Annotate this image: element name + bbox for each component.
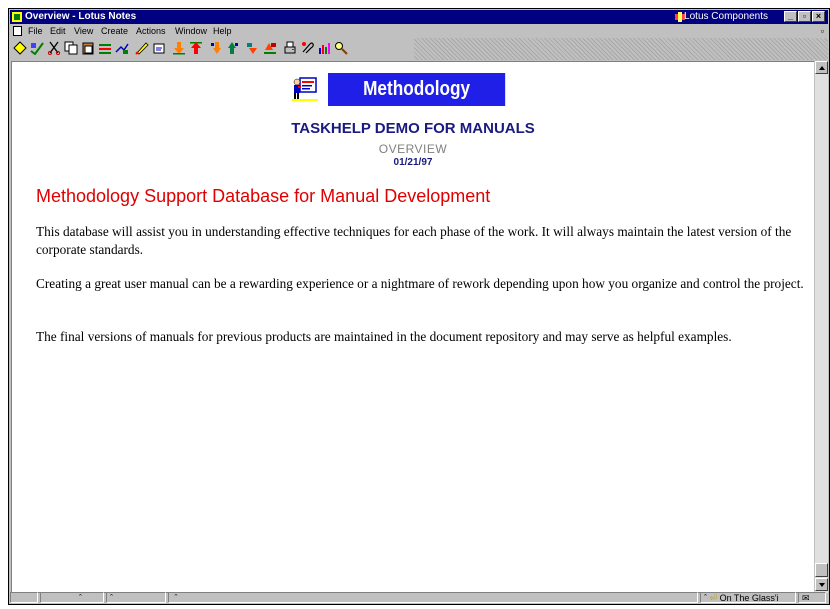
menu-file[interactable]: File <box>28 25 43 37</box>
previous-unread-icon[interactable] <box>262 40 278 56</box>
lotus-notes-app-icon[interactable] <box>12 12 22 22</box>
smarticons-toolbar <box>10 38 828 60</box>
restore-doc-icon[interactable]: ▫ <box>821 25 824 37</box>
menu-bar: File Edit View Create Actions Window Hel… <box>10 25 828 37</box>
print-icon[interactable] <box>282 40 298 56</box>
section-heading: Methodology Support Database for Manual … <box>36 186 491 206</box>
menu-actions[interactable]: Actions <box>136 25 166 37</box>
paragraph-2: Creating a great user manual can be a re… <box>36 276 804 291</box>
key-icon: ⏎ <box>709 593 718 603</box>
paste-icon[interactable] <box>80 40 96 56</box>
bookmark-icon[interactable] <box>97 40 113 56</box>
location-indicator[interactable]: ˆ ⏎ On The Glass'i <box>700 592 796 603</box>
status-message: ˆ <box>168 592 698 603</box>
location-name: On The Glass'i <box>719 593 779 603</box>
previous-document-icon[interactable] <box>225 40 241 56</box>
paragraph-3: The final versions of manuals for previo… <box>36 329 732 344</box>
scroll-down-button[interactable] <box>815 578 828 591</box>
document-control-icon[interactable] <box>13 26 22 36</box>
move-up-icon[interactable] <box>188 40 204 56</box>
lotus-notes-window: Overview - Lotus Notes Lotus Components … <box>8 8 830 605</box>
document-title: TASKHELP DEMO FOR MANUALS <box>291 120 535 137</box>
document-subtitle: OVERVIEW <box>378 142 448 156</box>
status-cell-1[interactable] <box>10 592 38 603</box>
compose-memo-icon[interactable] <box>151 40 167 56</box>
menu-help[interactable]: Help <box>213 25 232 37</box>
close-button[interactable]: × <box>812 11 825 22</box>
scroll-up-button[interactable] <box>815 61 828 74</box>
methodology-presenter-icon <box>292 77 318 101</box>
mail-icon[interactable] <box>114 40 130 56</box>
document-pane[interactable]: Methodology Database TASKHELP DEMO FOR M… <box>11 61 815 593</box>
lotus-components-label[interactable]: Lotus Components <box>684 10 768 24</box>
menu-create[interactable]: Create <box>101 25 128 37</box>
status-cell-2[interactable]: ˆ <box>40 592 104 603</box>
navigate-icon[interactable] <box>12 40 28 56</box>
next-document-icon[interactable] <box>208 40 224 56</box>
document-date: 01/21/97 <box>393 157 433 168</box>
mail-status-icon[interactable]: ✉ <box>798 592 826 603</box>
edit-document-icon[interactable] <box>134 40 150 56</box>
cut-icon[interactable] <box>46 40 62 56</box>
location-arrow-icon: ˆ <box>704 593 707 603</box>
minimize-button[interactable]: _ <box>784 11 797 22</box>
paragraph-1: This database will assist you in underst… <box>36 224 792 257</box>
title-bar[interactable]: Overview - Lotus Notes Lotus Components … <box>10 10 828 24</box>
attach-icon[interactable] <box>299 40 315 56</box>
menu-edit[interactable]: Edit <box>50 25 66 37</box>
copy-icon[interactable] <box>63 40 79 56</box>
window-title: Overview - Lotus Notes <box>25 11 137 22</box>
chart-icon[interactable] <box>316 40 332 56</box>
menu-window[interactable]: Window <box>175 25 207 37</box>
banner-title: Methodology Database <box>328 73 506 133</box>
vertical-scrollbar[interactable] <box>814 61 828 593</box>
next-unread-icon[interactable] <box>245 40 261 56</box>
search-icon[interactable] <box>333 40 349 56</box>
open-database-icon[interactable] <box>29 40 45 56</box>
move-down-icon[interactable] <box>171 40 187 56</box>
status-cell-3[interactable]: ˆ <box>106 592 166 603</box>
status-bar: ˆ ˆ ˆ ˆ ⏎ On The Glass'i ✉ <box>10 592 828 603</box>
menu-view[interactable]: View <box>74 25 93 37</box>
scroll-thumb[interactable] <box>815 563 828 577</box>
maximize-button[interactable]: ▫ <box>798 11 811 22</box>
